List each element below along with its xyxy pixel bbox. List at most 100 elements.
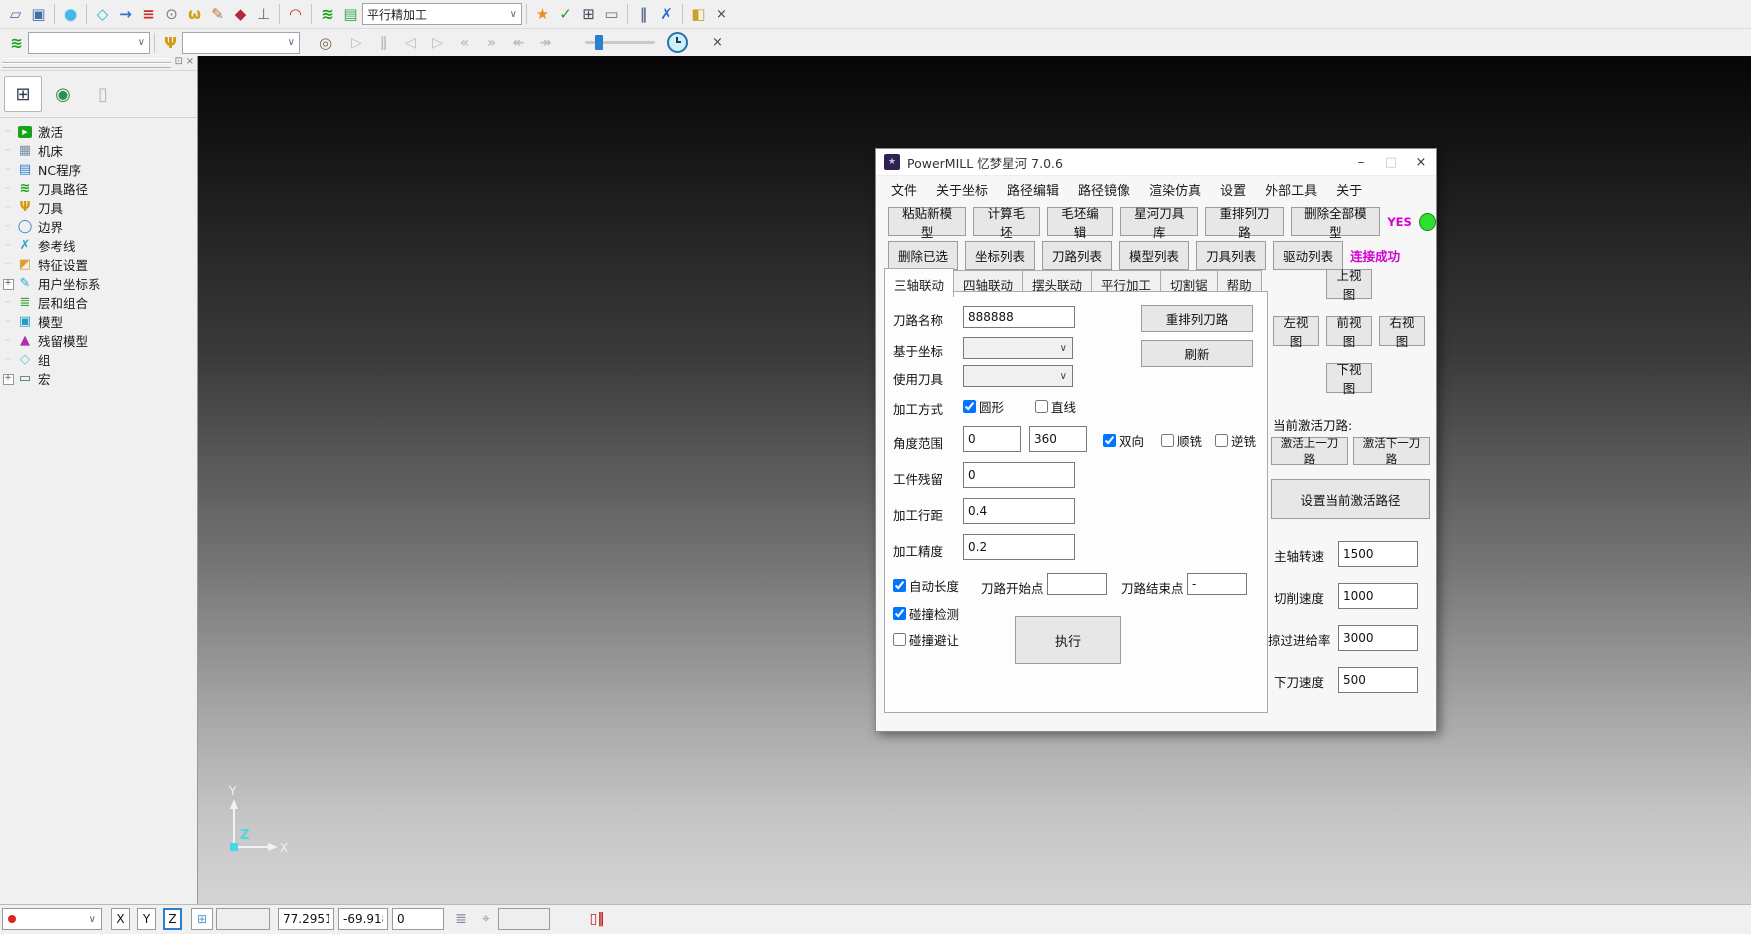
menu-item-4[interactable]: 路径镜像 [1078,180,1130,199]
view-front-button[interactable]: 前视图 [1326,316,1372,346]
clock-icon[interactable] [667,32,688,53]
tree-item-patterns[interactable]: 参考线 [0,236,197,255]
maximize-button[interactable]: □ [1376,150,1406,174]
tree-item-toolpaths[interactable]: 刀具路径 [0,179,197,198]
sim-tool-select[interactable]: ∨ [182,32,300,54]
coord-x-field[interactable] [278,908,334,930]
activate-prev-toolpath-button[interactable]: 激活上一刀路 [1271,437,1348,465]
tree-item-workplanes[interactable]: +用户坐标系 [0,274,197,293]
leads-links-icon[interactable] [284,3,307,26]
climb-mill-checkbox[interactable]: 顺铣 [1161,431,1202,450]
coord-y-field[interactable] [338,908,388,930]
simulation-speed-slider[interactable] [585,41,655,44]
based-coord-select[interactable]: ∨ [963,337,1073,359]
expand-icon[interactable]: + [0,373,16,385]
bulb-icon[interactable] [314,31,337,54]
tree-item-stock-models[interactable]: 残留模型 [0,331,197,350]
axis-z-button[interactable]: Z [163,908,182,930]
sim-toolpath-icon[interactable] [5,31,28,54]
skim-feed-input[interactable] [1338,625,1418,651]
verify-ok-icon[interactable] [554,3,577,26]
render-shading-icon[interactable] [59,3,82,26]
save-icon[interactable] [27,3,50,26]
tool-pair-icon[interactable] [632,3,655,26]
collision-avoid-checkbox[interactable]: 碰撞避让 [893,630,959,649]
menu-item-5[interactable]: 渲染仿真 [1149,180,1201,199]
xyz-list-icon[interactable]: ≣ [452,908,470,930]
refresh-button[interactable]: 刷新 [1141,340,1253,367]
angle-to-input[interactable] [1029,426,1087,452]
coord-z-field[interactable] [392,908,444,930]
to-start-icon[interactable] [507,31,530,54]
tree-item-boundaries[interactable]: 边界 [0,217,197,236]
panel-dock-strip[interactable]: ⊡ × [0,56,197,71]
rewind-icon[interactable] [453,31,476,54]
panel-close-icon[interactable]: × [186,56,194,67]
mirror-cut-icon[interactable] [655,3,678,26]
action-button-1[interactable]: 粘贴新模型 [888,207,966,236]
stock-remain-input[interactable] [963,462,1075,488]
to-end-icon[interactable] [534,31,557,54]
menu-item-8[interactable]: 关于 [1336,180,1362,199]
create-block-icon[interactable] [91,3,114,26]
strategy-select[interactable]: 平行精加工 ∨ [362,3,522,25]
pattern-icon[interactable] [229,3,252,26]
plunge-speed-input[interactable] [1338,667,1418,693]
tool-ball-icon[interactable] [160,3,183,26]
close-button[interactable]: × [1406,150,1436,174]
step-fwd-icon[interactable] [426,31,449,54]
menu-item-6[interactable]: 设置 [1220,180,1246,199]
set-active-path-button[interactable]: 设置当前激活路径 [1271,479,1430,519]
menu-item-3[interactable]: 路径编辑 [1007,180,1059,199]
grid-size-field[interactable] [216,908,270,930]
toolpath-icon[interactable] [316,3,339,26]
activate-next-toolpath-button[interactable]: 激活下一刀路 [1353,437,1430,465]
tree-item-tools[interactable]: 刀具 [0,198,197,217]
pause-device-icon[interactable]: ▯‖ [585,908,609,930]
step-back-icon[interactable] [399,31,422,54]
spindle-speed-input[interactable] [1338,541,1418,567]
pause-icon[interactable] [372,31,395,54]
action-button-5[interactable]: 重排列刀路 [1205,207,1283,236]
rearrange-toolpath-button[interactable]: 重排列刀路 [1141,305,1253,332]
tool-holder-icon[interactable] [252,3,275,26]
close-sim-icon[interactable] [706,31,729,54]
menu-item-1[interactable]: 文件 [891,180,917,199]
action-button-3[interactable]: 毛坯编辑 [1047,207,1114,236]
list-button-1[interactable]: 删除已选 [888,241,958,270]
tree-item-nc-programs[interactable]: NC程序 [0,160,197,179]
grid-toggle-button[interactable]: ⊞ [191,908,213,930]
web-globe-tab[interactable] [44,76,82,112]
tree-item-machine-tool[interactable]: 机床 [0,141,197,160]
list-button-2[interactable]: 坐标列表 [965,241,1035,270]
collision-check-checkbox[interactable]: 碰撞检测 [893,604,959,623]
expand-icon[interactable]: + [0,278,16,290]
tree-item-feature-sets[interactable]: 特征设置 [0,255,197,274]
minimize-button[interactable]: – [1346,150,1376,174]
tree-item-activate[interactable]: 激活 [0,122,197,141]
use-tool-select[interactable]: ∨ [963,365,1073,387]
circle-checkbox[interactable]: 圆形 [963,397,1004,416]
rapid-move-icon[interactable] [114,3,137,26]
sim-toolpath-select[interactable]: ∨ [28,32,150,54]
view-top-button[interactable]: 上视图 [1326,269,1372,299]
explorer-tree-tab[interactable] [4,76,42,112]
menu-item-2[interactable]: 关于坐标 [936,180,988,199]
macro-star-icon[interactable] [531,3,554,26]
toolpath-name-input[interactable] [963,306,1075,328]
axis-y-button[interactable]: Y [137,908,156,930]
conventional-mill-checkbox[interactable]: 逆铣 [1215,431,1256,450]
measure-icon[interactable] [600,3,623,26]
close-toolbar-icon[interactable] [710,3,733,26]
tree-item-macros[interactable]: +宏 [0,369,197,388]
probe-icon[interactable]: ⌖ [477,908,495,930]
play-icon[interactable] [345,31,368,54]
dialog-titlebar[interactable]: PowerMILL 忆梦星河 7.0.6 – □ × [876,149,1436,176]
open-file-icon[interactable] [4,3,27,26]
strategy-list-icon[interactable] [339,3,362,26]
view-bottom-button[interactable]: 下视图 [1326,363,1372,393]
stepover-input[interactable] [963,498,1075,524]
panel-float-icon[interactable]: ⊡ [175,56,183,67]
curve-editor-icon[interactable] [206,3,229,26]
axis-x-button[interactable]: X [111,908,130,930]
